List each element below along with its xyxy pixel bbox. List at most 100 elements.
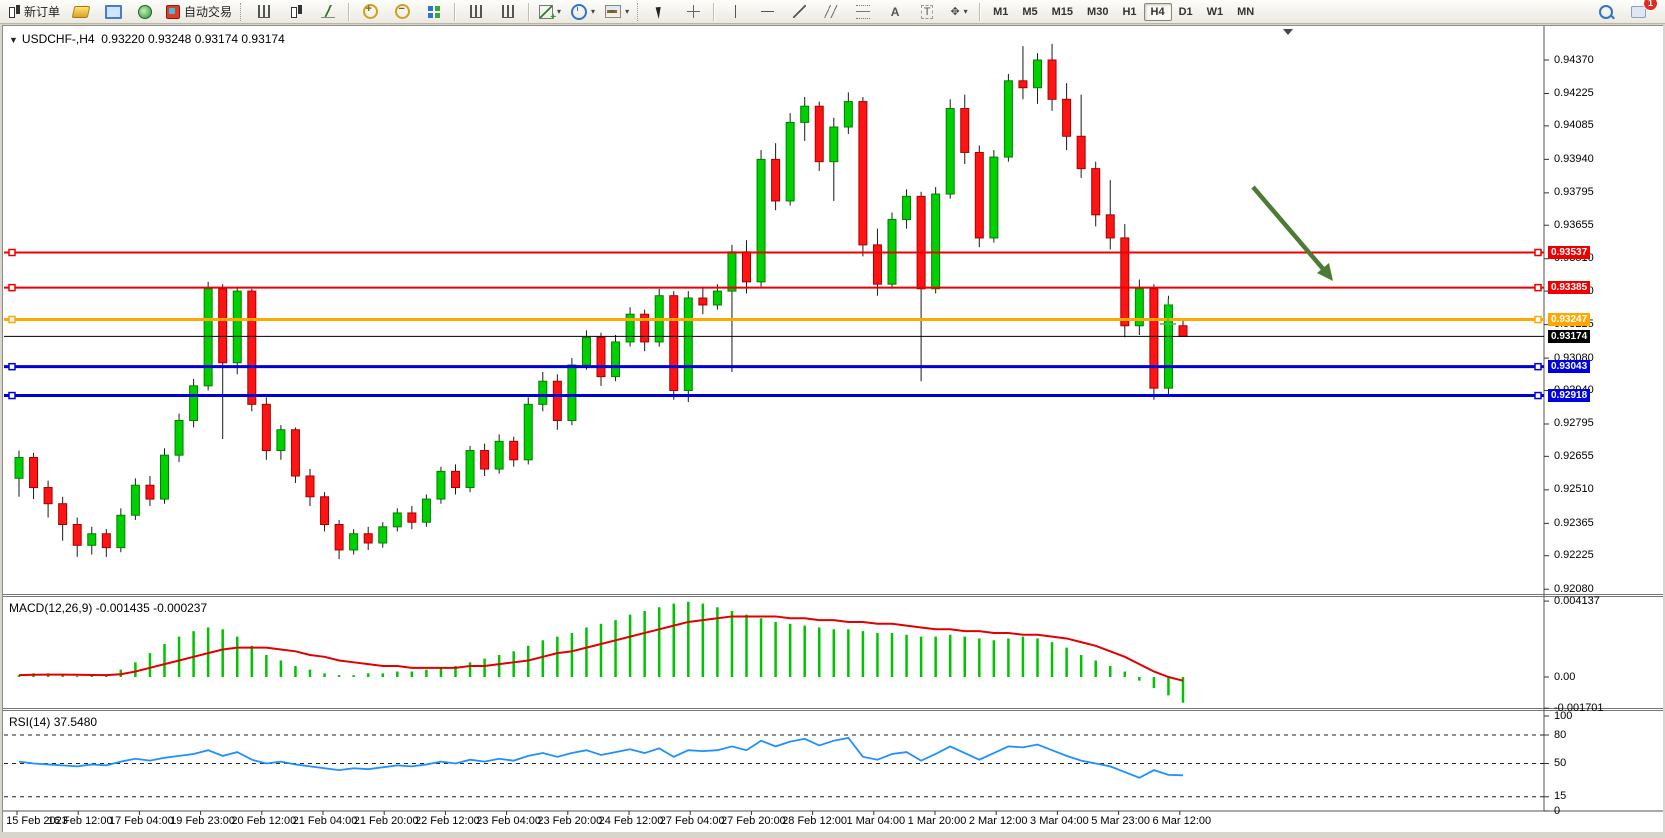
collapse-triangle-icon[interactable]: ▼ (9, 35, 18, 45)
timeframe-mn[interactable]: MN (1230, 3, 1261, 21)
hline-handle[interactable] (9, 393, 15, 399)
time-label: 1 Mar 04:00 (846, 815, 905, 827)
market-watch-button[interactable] (130, 1, 160, 23)
macd-histogram-bar (1065, 648, 1068, 677)
price-tick-label: 0.94370 (1554, 54, 1594, 66)
chevron-down-icon: ▾ (557, 7, 561, 16)
auto-trading-button[interactable]: 自动交易 (162, 1, 236, 23)
search-button[interactable] (1591, 1, 1621, 23)
main-toolbar: 新订单 自动交易 ▾ ▾ ▾ A T ✥▾ M1M5M15M30H1H4D1W1… (0, 0, 1665, 24)
tile-windows-icon (428, 6, 440, 18)
hline-handle[interactable] (1535, 285, 1541, 291)
candle-body (131, 485, 139, 515)
line-chart-button[interactable] (313, 1, 343, 23)
macd-histogram-bar (396, 671, 399, 677)
bar-chart-button[interactable] (249, 1, 279, 23)
candle-body (728, 252, 736, 291)
time-label: 22 Feb 12:00 (415, 815, 480, 827)
macd-histogram-bar (745, 615, 748, 677)
candle-body (1048, 60, 1056, 99)
macd-histogram-bar (964, 637, 967, 677)
price-tick-label: 0.92795 (1554, 417, 1594, 429)
timeframe-m15[interactable]: M15 (1045, 3, 1080, 21)
trendline-button[interactable] (784, 1, 814, 23)
crosshair-button[interactable] (678, 1, 708, 23)
hline-handle[interactable] (1535, 317, 1541, 323)
auto-trading-icon (166, 5, 180, 19)
macd-histogram-bar (192, 631, 195, 677)
time-label: 24 Feb 12:00 (599, 815, 664, 827)
vertical-line-button[interactable] (720, 1, 750, 23)
candle-body (219, 289, 227, 363)
candle-body (946, 109, 954, 195)
price-tick-label: 0.93940 (1554, 153, 1594, 165)
chart-canvas[interactable] (3, 26, 1664, 833)
hline-handle[interactable] (9, 364, 15, 370)
macd-histogram-bar (905, 635, 908, 677)
macd-histogram-bar (236, 637, 239, 677)
hline-handle[interactable] (9, 250, 15, 256)
hline-handle[interactable] (1535, 364, 1541, 370)
macd-histogram-bar (323, 673, 326, 677)
fibonacci-button[interactable] (848, 1, 878, 23)
terminal-button[interactable] (98, 1, 128, 23)
text-label-button[interactable]: T (912, 1, 942, 23)
zoom-out-button[interactable] (387, 1, 417, 23)
horizontal-line-button[interactable] (752, 1, 782, 23)
templates-button[interactable]: ▾ (601, 1, 633, 23)
timeframe-h1[interactable]: H1 (1115, 3, 1143, 21)
candle-body (684, 298, 692, 390)
timeframe-h4[interactable]: H4 (1144, 3, 1172, 21)
indicators-button[interactable]: ▾ (535, 1, 565, 23)
macd-histogram-bar (134, 662, 137, 677)
chart-title: ▼USDCHF-,H4 0.93220 0.93248 0.93174 0.93… (9, 32, 285, 46)
candle-body (772, 159, 780, 201)
macd-histogram-bar (789, 624, 792, 677)
time-label: 23 Feb 20:00 (537, 815, 602, 827)
candle-body (335, 525, 343, 550)
new-order-label: 新订单 (24, 3, 60, 20)
macd-histogram-bar (702, 604, 705, 677)
cursor-button[interactable] (646, 1, 676, 23)
hline-handle[interactable] (1535, 393, 1541, 399)
time-label: 6 Mar 12:00 (1152, 815, 1211, 827)
timeframe-w1[interactable]: W1 (1200, 3, 1231, 21)
price-tick-label: 0.93655 (1554, 219, 1594, 231)
timeframe-m1[interactable]: M1 (986, 3, 1015, 21)
timeframe-m5[interactable]: M5 (1015, 3, 1044, 21)
macd-histogram-bar (673, 604, 676, 677)
candle-body (597, 337, 605, 376)
equidistant-channel-button[interactable] (816, 1, 846, 23)
text-button[interactable]: A (880, 1, 910, 23)
gold-icon (72, 6, 91, 18)
macd-tick-label: 0.004137 (1554, 595, 1600, 607)
hline-handle[interactable] (1535, 250, 1541, 256)
chevron-down-icon: ▾ (625, 7, 629, 16)
candle-body (975, 152, 983, 238)
new-order-button[interactable]: 新订单 (4, 1, 64, 23)
time-label: 23 Feb 04:00 (476, 815, 541, 827)
candle-body (743, 252, 751, 282)
candle-body (248, 291, 256, 404)
candle-body (233, 291, 241, 363)
notifications-button[interactable]: 1 (1623, 1, 1653, 23)
arrows-button[interactable]: ✥▾ (944, 1, 974, 23)
candle-body (932, 194, 940, 289)
auto-scroll-button[interactable] (461, 1, 491, 23)
hline-handle[interactable] (9, 285, 15, 291)
periods-button[interactable]: ▾ (567, 1, 599, 23)
tile-windows-button[interactable] (419, 1, 449, 23)
chart-shift-button[interactable] (493, 1, 523, 23)
time-label: 17 Feb 04:00 (109, 815, 174, 827)
macd-histogram-bar (731, 611, 734, 677)
macd-histogram-bar (818, 627, 821, 677)
chart-window[interactable]: ▼USDCHF-,H4 0.93220 0.93248 0.93174 0.93… (2, 25, 1663, 832)
hline-handle[interactable] (9, 317, 15, 323)
zoom-in-button[interactable] (355, 1, 385, 23)
timeframe-d1[interactable]: D1 (1172, 3, 1200, 21)
timeframe-m30[interactable]: M30 (1080, 3, 1115, 21)
macd-histogram-bar (1051, 642, 1054, 677)
zoom-in-icon (363, 4, 378, 19)
deposit-button[interactable] (66, 1, 96, 23)
candlestick-chart-button[interactable] (281, 1, 311, 23)
